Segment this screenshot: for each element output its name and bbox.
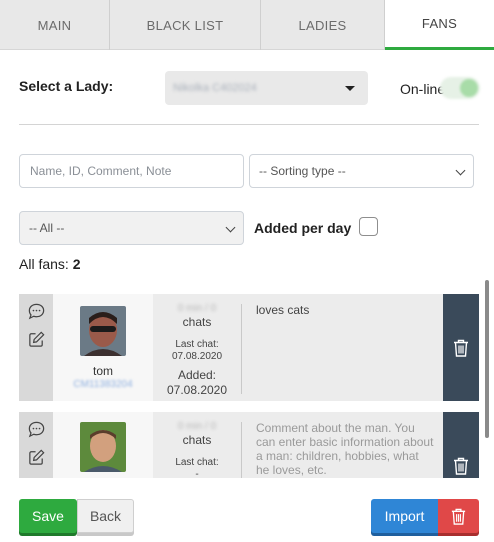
list-scrollbar[interactable] bbox=[485, 280, 489, 438]
delete-fan-button[interactable] bbox=[443, 412, 479, 478]
delete-all-button[interactable] bbox=[438, 499, 479, 533]
last-chat-label: Last chat: bbox=[175, 339, 219, 350]
toggle-knob bbox=[460, 79, 478, 97]
fan-actions bbox=[19, 294, 53, 401]
delete-fan-button[interactable] bbox=[443, 294, 479, 401]
fan-photo[interactable] bbox=[80, 422, 126, 472]
chats-count: 0 min / 0 bbox=[177, 303, 217, 314]
added-per-day-label: Added per day bbox=[254, 220, 352, 236]
added-per-day-checkbox[interactable] bbox=[359, 217, 378, 236]
chats-count: 0 min / 0 bbox=[177, 421, 217, 432]
divider bbox=[241, 304, 242, 394]
edit-icon[interactable] bbox=[27, 330, 46, 349]
fan-comment[interactable]: loves cats bbox=[256, 303, 434, 317]
online-label: On-line bbox=[400, 81, 446, 97]
last-chat-date: 07.08.2020 bbox=[171, 351, 223, 362]
fan-stats: 0 min / 0 chats Last chat: 07.08.2020 Ad… bbox=[153, 294, 241, 401]
fan-id[interactable]: CM11383204 bbox=[67, 379, 139, 390]
tab-bar: MAIN BLACK LIST LADIES FANS bbox=[0, 0, 494, 50]
divider bbox=[241, 422, 242, 478]
fan-stats: 0 min / 0 chats Last chat: - bbox=[153, 412, 241, 478]
chevron-down-icon bbox=[455, 165, 466, 176]
back-button[interactable]: Back bbox=[77, 499, 134, 533]
all-fans-count: 2 bbox=[72, 256, 81, 272]
trash-icon bbox=[451, 508, 466, 525]
all-fans-summary: All fans: 2 bbox=[19, 256, 81, 272]
tab-fans[interactable]: FANS bbox=[385, 0, 494, 50]
fan-comment-placeholder[interactable]: Comment about the man. You can enter bas… bbox=[256, 421, 434, 477]
tab-ladies[interactable]: LADIES bbox=[261, 0, 385, 50]
chevron-down-icon bbox=[225, 222, 236, 233]
import-button[interactable]: Import bbox=[371, 499, 438, 533]
chat-bubble-icon[interactable] bbox=[27, 302, 46, 321]
last-chat-label: Last chat: bbox=[175, 457, 219, 468]
category-select-value: -- All -- bbox=[29, 221, 65, 235]
fan-profile[interactable] bbox=[53, 412, 153, 478]
sorting-select-value: -- Sorting type -- bbox=[259, 164, 346, 178]
fans-list[interactable]: tom CM11383204 0 min / 0 chats Last chat… bbox=[19, 294, 479, 478]
chats-label: chats bbox=[182, 315, 212, 329]
fan-profile[interactable]: tom CM11383204 bbox=[53, 294, 153, 401]
lady-select[interactable]: Nikolka C402024 bbox=[165, 71, 368, 105]
category-select[interactable]: -- All -- bbox=[19, 211, 244, 245]
divider bbox=[19, 124, 479, 125]
edit-icon[interactable] bbox=[27, 448, 46, 467]
fan-name[interactable]: tom bbox=[53, 364, 153, 378]
list-item: tom CM11383204 0 min / 0 chats Last chat… bbox=[19, 294, 479, 401]
added-date: 07.08.2020 bbox=[166, 383, 228, 397]
save-button[interactable]: Save bbox=[19, 499, 77, 533]
search-input[interactable] bbox=[19, 154, 244, 188]
trash-icon bbox=[454, 339, 468, 357]
fan-photo[interactable] bbox=[80, 306, 126, 356]
all-fans-label: All fans: bbox=[19, 256, 69, 272]
lady-select-value: Nikolka C402024 bbox=[173, 82, 257, 94]
list-item: 0 min / 0 chats Last chat: - Comment abo… bbox=[19, 412, 479, 478]
trash-icon bbox=[454, 457, 468, 475]
chats-label: chats bbox=[182, 433, 212, 447]
fan-actions bbox=[19, 412, 53, 478]
chat-bubble-icon[interactable] bbox=[27, 420, 46, 439]
tab-main[interactable]: MAIN bbox=[0, 0, 110, 50]
select-lady-label: Select a Lady: bbox=[19, 78, 114, 94]
tab-black-list[interactable]: BLACK LIST bbox=[110, 0, 261, 50]
last-chat-date: - bbox=[195, 469, 199, 478]
sorting-select[interactable]: -- Sorting type -- bbox=[249, 154, 474, 188]
added-label: Added: bbox=[177, 368, 217, 382]
caret-down-icon bbox=[345, 86, 355, 91]
online-toggle[interactable] bbox=[440, 77, 480, 99]
